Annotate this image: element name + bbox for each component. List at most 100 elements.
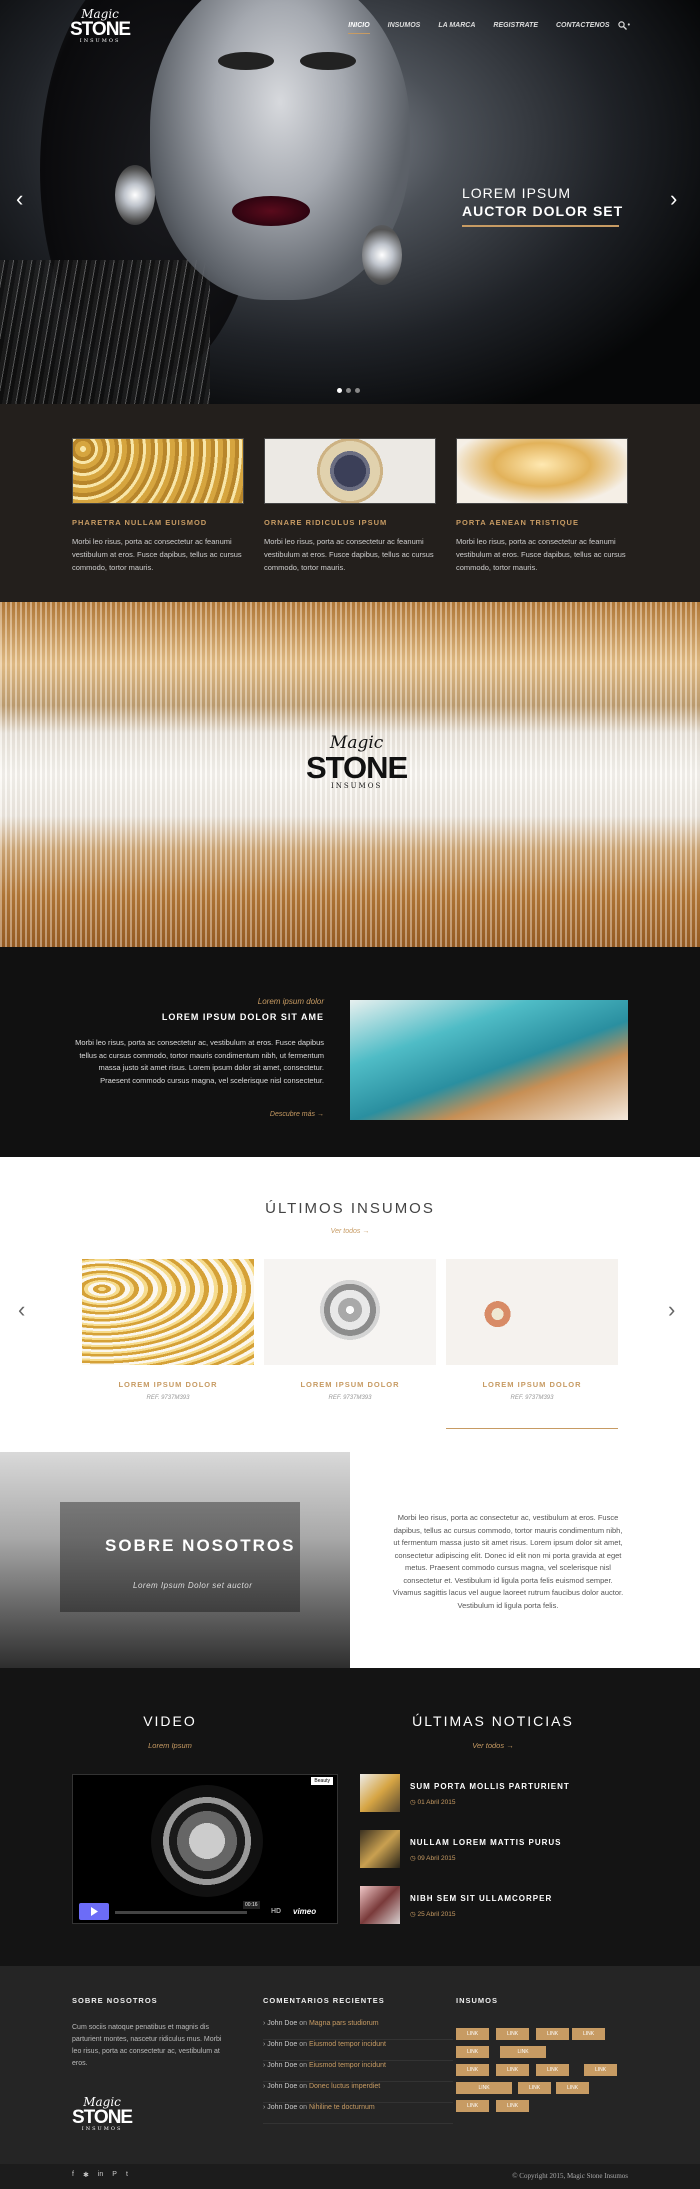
product-name[interactable]: LOREM IPSUM DOLOR — [82, 1380, 254, 1389]
feature-image-stone-button[interactable] — [264, 438, 436, 504]
nav-dot[interactable]: • — [628, 22, 630, 34]
footer-logo[interactable]: Magic STONE INSUMOS — [72, 2096, 133, 2132]
comment-item[interactable]: › John Doe on Nihiline te docturnum — [263, 2104, 453, 2124]
feature-title[interactable]: ORNARE RIDICULUS IPSUM — [264, 518, 436, 527]
footer-tags-title: INSUMOS — [456, 1996, 499, 2005]
comment-post-link[interactable]: Nihiline te docturnum — [309, 2104, 375, 2111]
comment-post-link[interactable]: Eiusmod tempor incidunt — [309, 2062, 386, 2069]
tag-link[interactable]: LINK — [572, 2028, 605, 2040]
news-item-date: ◷ 09 Abril 2015 — [410, 1855, 456, 1862]
hero-earring-left — [115, 165, 155, 225]
linkedin-icon[interactable]: in — [98, 2171, 103, 2179]
comment-item[interactable]: › John Doe on Magna pars studiorum — [263, 2020, 453, 2040]
video-progress-bar[interactable] — [115, 1911, 247, 1914]
news-item-title[interactable]: SUM PORTA MOLLIS PARTURIENT — [410, 1782, 570, 1791]
carousel-prev-button[interactable]: ‹ — [18, 1297, 25, 1323]
video-hd-button[interactable]: HD — [271, 1908, 281, 1915]
news-item[interactable]: SUM PORTA MOLLIS PARTURIENT ◷ 01 Abril 2… — [360, 1774, 600, 1814]
feature-image-gold-links[interactable] — [456, 438, 628, 504]
tag-link[interactable]: LINK — [536, 2064, 569, 2076]
banner-logo: Magic STONE INSUMOS — [306, 735, 408, 790]
nav-insumos[interactable]: INSUMOS — [388, 22, 421, 34]
tag-link[interactable]: LINK — [584, 2064, 617, 2076]
footer-logo-main: STONE — [72, 2107, 133, 2128]
feature-image-gold-chain[interactable] — [72, 438, 244, 504]
slide-title-2: AUCTOR DOLOR SET — [462, 203, 624, 219]
slider-dot-3[interactable] — [355, 388, 360, 393]
nav-la-marca[interactable]: LA MARCA — [438, 22, 475, 34]
comment-item[interactable]: › John Doe on Eiusmod tempor incidunt — [263, 2062, 453, 2082]
pinterest-icon[interactable]: P — [112, 2171, 117, 2179]
comment-item[interactable]: › John Doe on Eiusmod tempor incidunt — [263, 2041, 453, 2061]
comment-on: on — [299, 2104, 307, 2111]
tag-link[interactable]: LINK — [456, 2082, 512, 2094]
flickr-icon[interactable]: ✱ — [83, 2171, 89, 2179]
video-player[interactable]: Beauty 00:16 HD vimeo — [72, 1774, 338, 1924]
rhinestone-banner: Magic STONE INSUMOS — [0, 602, 700, 947]
tag-link[interactable]: LINK — [496, 2100, 529, 2112]
intro-text: Morbi leo risus, porta ac consectetur ac… — [75, 1038, 324, 1085]
video-play-button[interactable] — [79, 1903, 109, 1920]
news-item-title[interactable]: NULLAM LOREM MATTIS PURUS — [410, 1838, 562, 1847]
nav-registrate[interactable]: REGISTRATE — [493, 22, 538, 34]
hero-lips — [232, 196, 310, 226]
product-card[interactable]: LOREM IPSUM DOLOR REF. 9737M393 — [264, 1259, 436, 1401]
tag-link[interactable]: LINK — [496, 2064, 529, 2076]
news-thumbnail[interactable] — [360, 1886, 400, 1924]
video-news-section: VIDEO Lorem Ipsum Beauty 00:16 HD vimeo … — [0, 1668, 700, 1966]
feature-card: ORNARE RIDICULUS IPSUM Morbi leo risus, … — [264, 438, 436, 574]
feature-card: PHARETRA NULLAM EUISMOD Morbi leo risus,… — [72, 438, 244, 574]
feature-text: Morbi leo risus, porta ac consectetur ac… — [456, 537, 626, 572]
comment-post-link[interactable]: Eiusmod tempor incidunt — [309, 2041, 386, 2048]
discover-link[interactable]: Descubre más → — [270, 1111, 324, 1118]
product-image-gold-chain[interactable] — [82, 1259, 254, 1365]
slider-prev-button[interactable]: ‹ — [16, 186, 23, 212]
comment-author: John Doe — [267, 2083, 298, 2090]
carousel-next-button[interactable]: › — [668, 1297, 675, 1323]
nav-inicio[interactable]: INICIO — [348, 22, 370, 34]
comment-author: John Doe — [267, 2041, 298, 2048]
news-thumbnail[interactable] — [360, 1774, 400, 1812]
tag-link[interactable]: LINK — [556, 2082, 589, 2094]
product-name[interactable]: LOREM IPSUM DOLOR — [264, 1380, 436, 1389]
latest-view-all-link[interactable]: Ver todos → — [0, 1228, 700, 1235]
comment-post-link[interactable]: Donec luctus imperdiet — [309, 2083, 380, 2090]
news-thumbnail[interactable] — [360, 1830, 400, 1868]
slider-dot-2[interactable] — [346, 388, 351, 393]
product-card[interactable]: LOREM IPSUM DOLOR REF. 9737M393 — [446, 1259, 618, 1429]
tag-link[interactable]: LINK — [536, 2028, 569, 2040]
tag-link[interactable]: LINK — [518, 2082, 551, 2094]
tag-link[interactable]: LINK — [500, 2046, 546, 2058]
tag-link[interactable]: LINK — [496, 2028, 529, 2040]
tag-link[interactable]: LINK — [456, 2064, 489, 2076]
product-name[interactable]: LOREM IPSUM DOLOR — [446, 1380, 618, 1389]
facebook-icon[interactable]: f — [72, 2171, 74, 2179]
news-view-all-link[interactable]: Ver todos → — [360, 1741, 626, 1750]
comment-post-link[interactable]: Magna pars studiorum — [309, 2020, 379, 2027]
search-icon[interactable] — [618, 21, 627, 30]
about-us-section: SOBRE NOSOTROS Lorem Ipsum Dolor set auc… — [0, 1452, 700, 1668]
main-nav: INICIO INSUMOS LA MARCA REGISTRATE CONTA… — [330, 22, 630, 34]
tag-link[interactable]: LINK — [456, 2100, 489, 2112]
news-date-text: 25 Abril 2015 — [417, 1911, 456, 1918]
product-image-rose-gold-stones[interactable] — [446, 1259, 618, 1365]
features-section: PHARETRA NULLAM EUISMOD Morbi leo risus,… — [0, 404, 700, 602]
tag-link[interactable]: LINK — [456, 2046, 489, 2058]
slider-dot-1[interactable] — [337, 388, 342, 393]
feature-title[interactable]: PHARETRA NULLAM EUISMOD — [72, 518, 244, 527]
hero-earring-right — [362, 225, 402, 285]
tag-link[interactable]: LINK — [456, 2028, 489, 2040]
feature-title[interactable]: PORTA AENEAN TRISTIQUE — [456, 518, 628, 527]
header-logo[interactable]: Magic STONE INSUMOS — [70, 8, 131, 44]
news-item[interactable]: NULLAM LOREM MATTIS PURUS ◷ 09 Abril 201… — [360, 1830, 600, 1870]
slider-next-button[interactable]: › — [670, 186, 677, 212]
product-card[interactable]: LOREM IPSUM DOLOR REF. 9737M393 — [82, 1259, 254, 1401]
news-title: ÚLTIMAS NOTICIAS — [412, 1713, 574, 1729]
comment-item[interactable]: › John Doe on Donec luctus imperdiet — [263, 2083, 453, 2103]
nav-contactenos[interactable]: CONTACTENOS — [556, 22, 610, 34]
twitter-icon[interactable]: t — [126, 2171, 128, 2179]
product-image-silver-button[interactable] — [264, 1259, 436, 1365]
news-item[interactable]: NIBH SEM SIT ULLAMCORPER ◷ 25 Abril 2015 — [360, 1886, 600, 1926]
news-item-title[interactable]: NIBH SEM SIT ULLAMCORPER — [410, 1894, 552, 1903]
vimeo-logo[interactable]: vimeo — [293, 1907, 316, 1916]
